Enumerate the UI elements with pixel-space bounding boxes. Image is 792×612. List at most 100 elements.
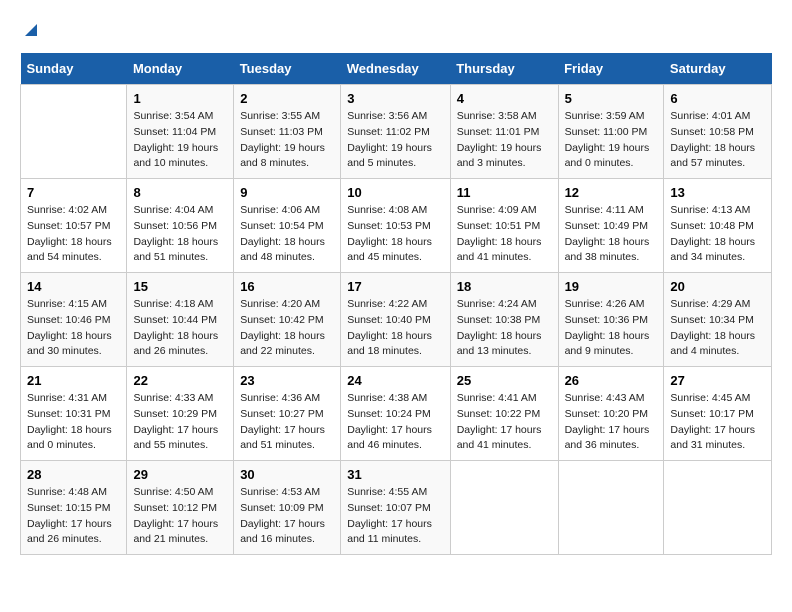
day-info: Sunrise: 4:08 AMSunset: 10:53 PMDaylight… (347, 203, 443, 266)
calendar-cell: 3 Sunrise: 3:56 AMSunset: 11:02 PMDayligh… (341, 85, 450, 179)
calendar-cell: 12 Sunrise: 4:11 AMSunset: 10:49 PMDaylig… (558, 179, 664, 273)
day-number: 20 (670, 279, 765, 294)
day-number: 5 (565, 91, 658, 106)
day-info: Sunrise: 3:55 AMSunset: 11:03 PMDaylight… (240, 109, 334, 172)
header-cell-monday: Monday (127, 53, 234, 85)
day-number: 9 (240, 185, 334, 200)
day-info: Sunrise: 4:50 AMSunset: 10:12 PMDaylight… (133, 485, 227, 548)
day-info: Sunrise: 4:45 AMSunset: 10:17 PMDaylight… (670, 391, 765, 454)
calendar-cell: 9 Sunrise: 4:06 AMSunset: 10:54 PMDayligh… (234, 179, 341, 273)
calendar-cell (664, 461, 772, 555)
day-info: Sunrise: 4:41 AMSunset: 10:22 PMDaylight… (457, 391, 552, 454)
week-row-1: 1 Sunrise: 3:54 AMSunset: 11:04 PMDayligh… (21, 85, 772, 179)
calendar-cell: 22 Sunrise: 4:33 AMSunset: 10:29 PMDaylig… (127, 367, 234, 461)
calendar-cell: 5 Sunrise: 3:59 AMSunset: 11:00 PMDayligh… (558, 85, 664, 179)
calendar-cell: 27 Sunrise: 4:45 AMSunset: 10:17 PMDaylig… (664, 367, 772, 461)
day-info: Sunrise: 4:24 AMSunset: 10:38 PMDaylight… (457, 297, 552, 360)
calendar-cell: 16 Sunrise: 4:20 AMSunset: 10:42 PMDaylig… (234, 273, 341, 367)
day-info: Sunrise: 4:53 AMSunset: 10:09 PMDaylight… (240, 485, 334, 548)
calendar-cell: 15Sunrise: 4:18 AMSunset: 10:44 PMDaylig… (127, 273, 234, 367)
day-number: 30 (240, 467, 334, 482)
calendar-cell: 21Sunrise: 4:31 AMSunset: 10:31 PMDaylig… (21, 367, 127, 461)
day-number: 4 (457, 91, 552, 106)
calendar-cell: 20 Sunrise: 4:29 AMSunset: 10:34 PMDaylig… (664, 273, 772, 367)
day-info: Sunrise: 4:38 AMSunset: 10:24 PMDaylight… (347, 391, 443, 454)
day-number: 27 (670, 373, 765, 388)
page-header (20, 20, 772, 43)
day-info: Sunrise: 4:18 AMSunset: 10:44 PMDaylight… (133, 297, 227, 360)
day-number: 1 (133, 91, 227, 106)
day-info: Sunrise: 3:54 AMSunset: 11:04 PMDaylight… (133, 109, 227, 172)
calendar-cell: 30 Sunrise: 4:53 AMSunset: 10:09 PMDaylig… (234, 461, 341, 555)
calendar-cell: 14 Sunrise: 4:15 AMSunset: 10:46 PMDaylig… (21, 273, 127, 367)
day-number: 28 (27, 467, 120, 482)
day-info: Sunrise: 4:26 AMSunset: 10:36 PMDaylight… (565, 297, 658, 360)
day-info: Sunrise: 4:33 AMSunset: 10:29 PMDaylight… (133, 391, 227, 454)
calendar-cell: 1 Sunrise: 3:54 AMSunset: 11:04 PMDayligh… (127, 85, 234, 179)
day-info: Sunrise: 3:56 AMSunset: 11:02 PMDaylight… (347, 109, 443, 172)
calendar-cell: 29 Sunrise: 4:50 AMSunset: 10:12 PMDaylig… (127, 461, 234, 555)
calendar-cell: 10 Sunrise: 4:08 AMSunset: 10:53 PMDaylig… (341, 179, 450, 273)
day-number: 2 (240, 91, 334, 106)
day-number: 22 (133, 373, 227, 388)
day-info: Sunrise: 4:04 AMSunset: 10:56 PMDaylight… (133, 203, 227, 266)
day-number: 3 (347, 91, 443, 106)
header-cell-tuesday: Tuesday (234, 53, 341, 85)
day-number: 16 (240, 279, 334, 294)
calendar-cell: 7Sunrise: 4:02 AMSunset: 10:57 PMDayligh… (21, 179, 127, 273)
day-info: Sunrise: 4:20 AMSunset: 10:42 PMDaylight… (240, 297, 334, 360)
day-number: 23 (240, 373, 334, 388)
header-cell-thursday: Thursday (450, 53, 558, 85)
calendar-cell: 4 Sunrise: 3:58 AMSunset: 11:01 PMDayligh… (450, 85, 558, 179)
day-number: 11 (457, 185, 552, 200)
day-number: 14 (27, 279, 120, 294)
day-info: Sunrise: 4:48 AMSunset: 10:15 PMDaylight… (27, 485, 120, 548)
day-info: Sunrise: 3:58 AMSunset: 11:01 PMDaylight… (457, 109, 552, 172)
calendar-cell: 26Sunrise: 4:43 AMSunset: 10:20 PMDaylig… (558, 367, 664, 461)
calendar-cell: 23Sunrise: 4:36 AMSunset: 10:27 PMDaylig… (234, 367, 341, 461)
day-number: 6 (670, 91, 765, 106)
day-number: 31 (347, 467, 443, 482)
calendar-cell: 17Sunrise: 4:22 AMSunset: 10:40 PMDaylig… (341, 273, 450, 367)
day-info: Sunrise: 4:02 AMSunset: 10:57 PMDaylight… (27, 203, 120, 266)
calendar-table: SundayMondayTuesdayWednesdayThursdayFrid… (20, 53, 772, 555)
calendar-cell (450, 461, 558, 555)
week-row-3: 14 Sunrise: 4:15 AMSunset: 10:46 PMDaylig… (21, 273, 772, 367)
day-info: Sunrise: 4:09 AMSunset: 10:51 PMDaylight… (457, 203, 552, 266)
calendar-cell: 13Sunrise: 4:13 AMSunset: 10:48 PMDaylig… (664, 179, 772, 273)
header-cell-sunday: Sunday (21, 53, 127, 85)
day-info: Sunrise: 4:15 AMSunset: 10:46 PMDaylight… (27, 297, 120, 360)
calendar-cell: 2 Sunrise: 3:55 AMSunset: 11:03 PMDayligh… (234, 85, 341, 179)
day-number: 25 (457, 373, 552, 388)
day-info: Sunrise: 4:06 AMSunset: 10:54 PMDaylight… (240, 203, 334, 266)
header-cell-friday: Friday (558, 53, 664, 85)
header-cell-saturday: Saturday (664, 53, 772, 85)
calendar-cell: 18 Sunrise: 4:24 AMSunset: 10:38 PMDaylig… (450, 273, 558, 367)
day-info: Sunrise: 4:01 AMSunset: 10:58 PMDaylight… (670, 109, 765, 172)
day-info: Sunrise: 4:55 AMSunset: 10:07 PMDaylight… (347, 485, 443, 548)
day-number: 8 (133, 185, 227, 200)
calendar-cell: 8 Sunrise: 4:04 AMSunset: 10:56 PMDayligh… (127, 179, 234, 273)
day-info: Sunrise: 4:29 AMSunset: 10:34 PMDaylight… (670, 297, 765, 360)
calendar-cell: 19Sunrise: 4:26 AMSunset: 10:36 PMDaylig… (558, 273, 664, 367)
calendar-cell: 24 Sunrise: 4:38 AMSunset: 10:24 PMDaylig… (341, 367, 450, 461)
week-row-4: 21Sunrise: 4:31 AMSunset: 10:31 PMDaylig… (21, 367, 772, 461)
day-number: 17 (347, 279, 443, 294)
day-info: Sunrise: 4:43 AMSunset: 10:20 PMDaylight… (565, 391, 658, 454)
calendar-cell: 11 Sunrise: 4:09 AMSunset: 10:51 PMDaylig… (450, 179, 558, 273)
day-number: 29 (133, 467, 227, 482)
day-info: Sunrise: 4:13 AMSunset: 10:48 PMDaylight… (670, 203, 765, 266)
calendar-cell (21, 85, 127, 179)
day-number: 18 (457, 279, 552, 294)
day-info: Sunrise: 4:11 AMSunset: 10:49 PMDaylight… (565, 203, 658, 266)
day-number: 10 (347, 185, 443, 200)
calendar-cell (558, 461, 664, 555)
calendar-cell: 31 Sunrise: 4:55 AMSunset: 10:07 PMDaylig… (341, 461, 450, 555)
week-row-2: 7Sunrise: 4:02 AMSunset: 10:57 PMDayligh… (21, 179, 772, 273)
logo (20, 20, 40, 43)
day-number: 12 (565, 185, 658, 200)
day-number: 21 (27, 373, 120, 388)
day-info: Sunrise: 3:59 AMSunset: 11:00 PMDaylight… (565, 109, 658, 172)
header-row: SundayMondayTuesdayWednesdayThursdayFrid… (21, 53, 772, 85)
day-number: 24 (347, 373, 443, 388)
